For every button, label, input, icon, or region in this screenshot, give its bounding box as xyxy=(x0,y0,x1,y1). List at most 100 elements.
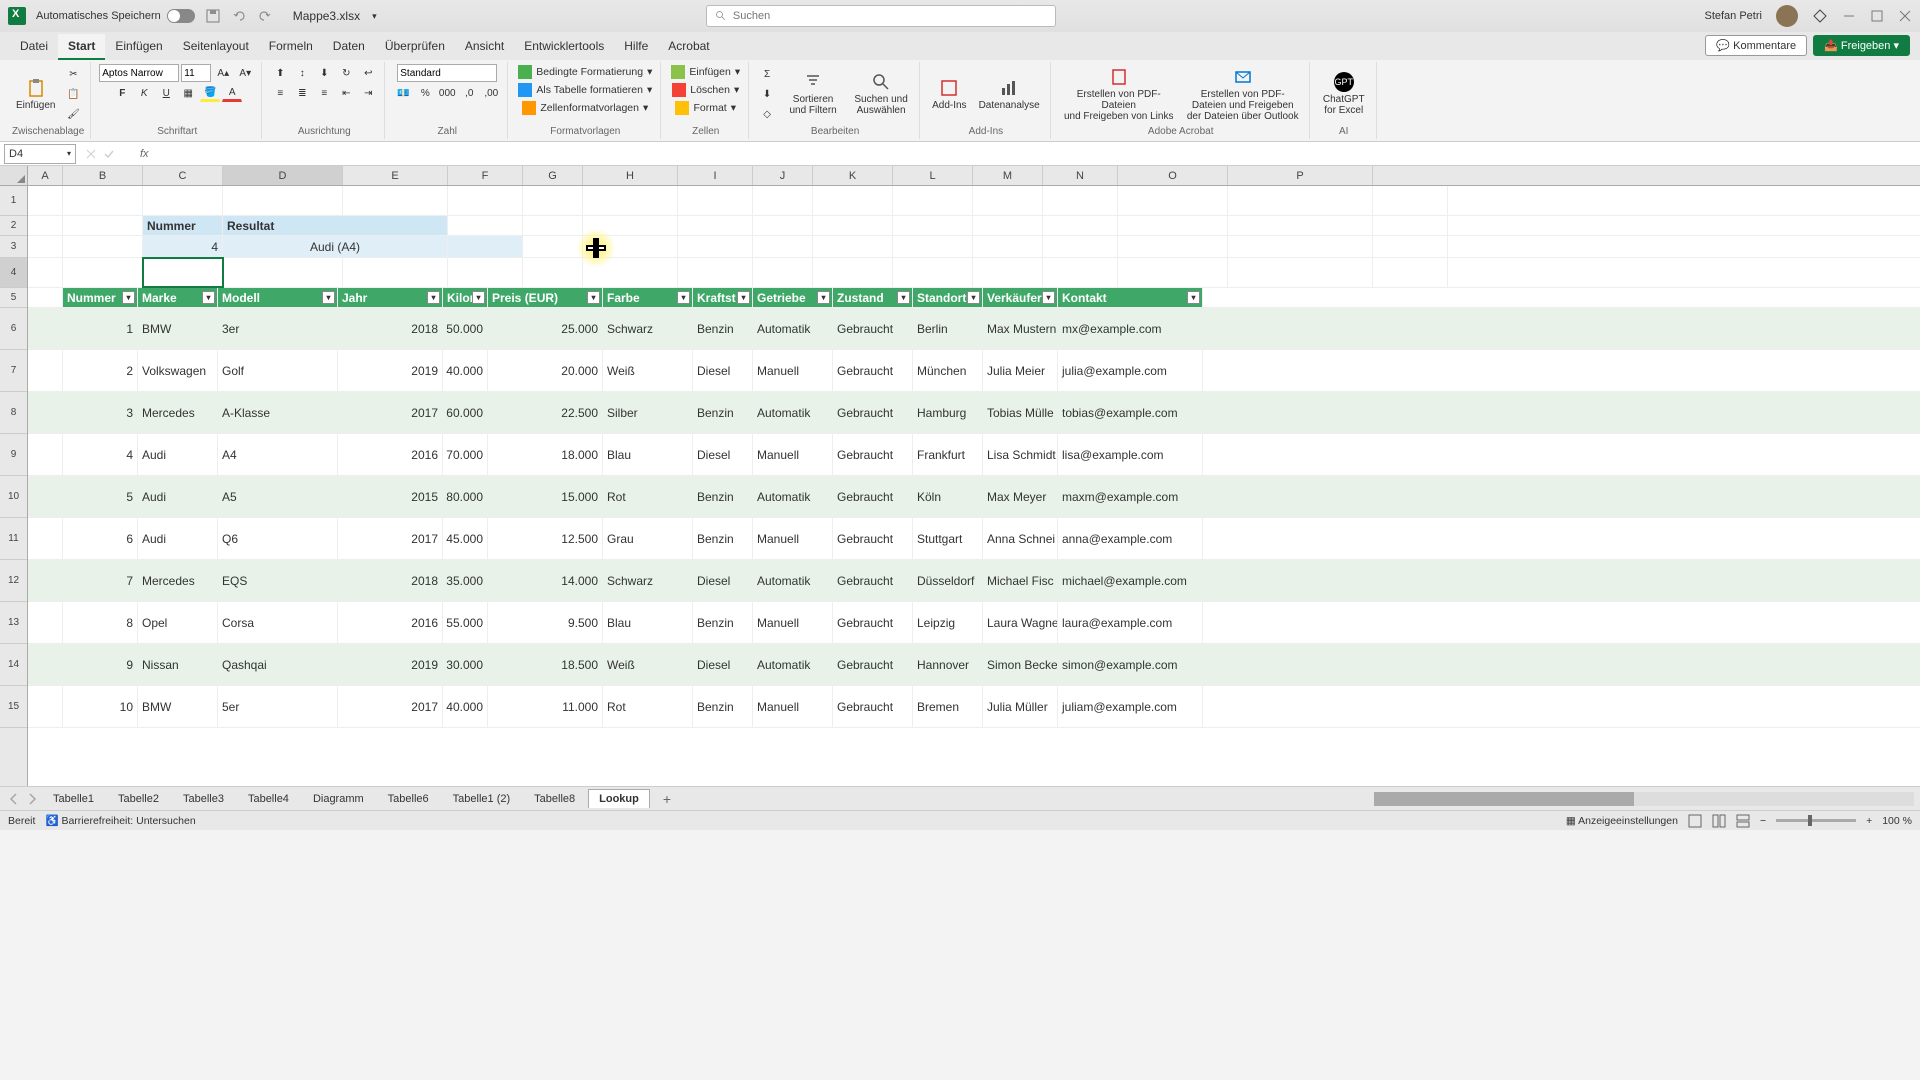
wrap-icon[interactable]: ↩ xyxy=(358,64,378,82)
cell[interactable]: 3er xyxy=(218,308,338,349)
cell[interactable]: Diesel xyxy=(693,434,753,475)
cell[interactable] xyxy=(973,216,1043,235)
cell[interactable] xyxy=(1043,186,1118,215)
cond-format-button[interactable]: Bedingte Formatierung ▾ xyxy=(516,64,654,80)
filter-icon[interactable]: ▾ xyxy=(122,291,135,304)
cell[interactable]: Frankfurt xyxy=(913,434,983,475)
cell[interactable] xyxy=(1043,216,1118,235)
cell[interactable]: Diesel xyxy=(693,350,753,391)
filter-icon[interactable]: ▾ xyxy=(817,291,830,304)
cell[interactable]: Qashqai xyxy=(218,644,338,685)
cell[interactable]: Schwarz xyxy=(603,560,693,601)
cell[interactable]: 60.000 xyxy=(443,392,488,433)
insert-cells-button[interactable]: Einfügen ▾ xyxy=(669,64,742,80)
col-header-N[interactable]: N xyxy=(1043,166,1118,185)
cell-styles-button[interactable]: Zellenformatvorlagen ▾ xyxy=(520,100,650,116)
cell[interactable]: Weiß xyxy=(603,644,693,685)
diamond-icon[interactable] xyxy=(1812,8,1828,24)
cell[interactable]: Manuell xyxy=(753,518,833,559)
cell[interactable]: 2018 xyxy=(338,560,443,601)
data-analysis-button[interactable]: Datenanalyse xyxy=(975,76,1044,113)
cell[interactable]: Gebraucht xyxy=(833,644,913,685)
undo-icon[interactable] xyxy=(231,8,247,24)
formula-input[interactable] xyxy=(155,144,1920,164)
row-header[interactable]: 9 xyxy=(0,434,27,476)
view-pagebreak-icon[interactable] xyxy=(1736,814,1750,828)
filter-icon[interactable]: ▾ xyxy=(1187,291,1200,304)
cell[interactable]: Benzin xyxy=(693,686,753,727)
autosave-toggle[interactable]: Automatisches Speichern xyxy=(36,9,195,23)
cell[interactable]: Julia Meier xyxy=(983,350,1058,391)
cell[interactable]: anna@example.com xyxy=(1058,518,1203,559)
cell[interactable] xyxy=(448,186,523,215)
autosum-icon[interactable]: Σ xyxy=(757,65,777,83)
cell[interactable] xyxy=(678,236,753,257)
cell[interactable] xyxy=(893,236,973,257)
cell[interactable]: Benzin xyxy=(693,392,753,433)
fill-icon[interactable]: ⬇ xyxy=(757,85,777,103)
row-header[interactable]: 5 xyxy=(0,288,27,308)
maximize-icon[interactable] xyxy=(1870,9,1884,23)
table-col-jahr[interactable]: Jahr▾ xyxy=(338,288,443,307)
cut-icon[interactable]: ✂ xyxy=(63,65,83,83)
table-col-standort[interactable]: Standort▾ xyxy=(913,288,983,307)
cell[interactable]: Automatik xyxy=(753,476,833,517)
cell[interactable] xyxy=(523,216,583,235)
user-name[interactable]: Stefan Petri xyxy=(1704,10,1761,22)
cell[interactable]: 40.000 xyxy=(443,350,488,391)
cell[interactable]: Audi xyxy=(138,476,218,517)
col-header-G[interactable]: G xyxy=(523,166,583,185)
cell[interactable]: Silber xyxy=(603,392,693,433)
cell[interactable] xyxy=(678,216,753,235)
cell[interactable]: Stuttgart xyxy=(913,518,983,559)
cell[interactable] xyxy=(1118,186,1228,215)
cell[interactable] xyxy=(523,186,583,215)
cell[interactable] xyxy=(523,236,583,257)
sheet-tab-tabelle6[interactable]: Tabelle6 xyxy=(377,789,440,808)
cell[interactable]: Audi xyxy=(138,518,218,559)
cell[interactable]: 22.500 xyxy=(488,392,603,433)
col-header-C[interactable]: C xyxy=(143,166,223,185)
cell[interactable]: 3 xyxy=(63,392,138,433)
cell[interactable]: Corsa xyxy=(218,602,338,643)
cell[interactable]: 14.000 xyxy=(488,560,603,601)
cell[interactable]: Hamburg xyxy=(913,392,983,433)
sheet-tab-diagramm[interactable]: Diagramm xyxy=(302,789,375,808)
cell[interactable] xyxy=(893,186,973,215)
cell[interactable]: Berlin xyxy=(913,308,983,349)
cell[interactable] xyxy=(973,236,1043,257)
cell[interactable]: Resultat xyxy=(223,216,448,235)
cell[interactable]: Rot xyxy=(603,686,693,727)
cell[interactable]: 2017 xyxy=(338,686,443,727)
cell[interactable] xyxy=(583,236,678,257)
ribbon-tab-einfügen[interactable]: Einfügen xyxy=(105,34,172,60)
cell[interactable]: Lisa Schmidt xyxy=(983,434,1058,475)
cell[interactable] xyxy=(63,236,143,257)
fill-color-icon[interactable]: 🪣 xyxy=(200,84,220,102)
cell[interactable]: Manuell xyxy=(753,350,833,391)
zoom-level[interactable]: 100 % xyxy=(1882,815,1912,827)
zoom-in-icon[interactable]: + xyxy=(1866,815,1872,827)
cell[interactable]: Benzin xyxy=(693,476,753,517)
cell[interactable]: Simon Becke xyxy=(983,644,1058,685)
sheet-next-icon[interactable] xyxy=(24,791,40,807)
percent-icon[interactable]: % xyxy=(415,84,435,102)
col-header-E[interactable]: E xyxy=(343,166,448,185)
cell[interactable]: 2017 xyxy=(338,518,443,559)
cell[interactable]: BMW xyxy=(138,686,218,727)
chatgpt-button[interactable]: GPTChatGPT for Excel xyxy=(1318,70,1370,118)
cell[interactable]: 25.000 xyxy=(488,308,603,349)
cell[interactable] xyxy=(893,258,973,287)
sheet-tab-lookup[interactable]: Lookup xyxy=(588,789,650,808)
redo-icon[interactable] xyxy=(257,8,273,24)
table-col-modell[interactable]: Modell▾ xyxy=(218,288,338,307)
cell[interactable] xyxy=(1118,258,1228,287)
table-col-marke[interactable]: Marke▾ xyxy=(138,288,218,307)
sheet-tab-tabelle4[interactable]: Tabelle4 xyxy=(237,789,300,808)
cell[interactable]: Manuell xyxy=(753,686,833,727)
table-col-verkäufer[interactable]: Verkäufer▾ xyxy=(983,288,1058,307)
cell[interactable]: 12.500 xyxy=(488,518,603,559)
currency-icon[interactable]: 💶 xyxy=(393,84,413,102)
cell[interactable]: 2019 xyxy=(338,644,443,685)
cell[interactable]: simon@example.com xyxy=(1058,644,1203,685)
